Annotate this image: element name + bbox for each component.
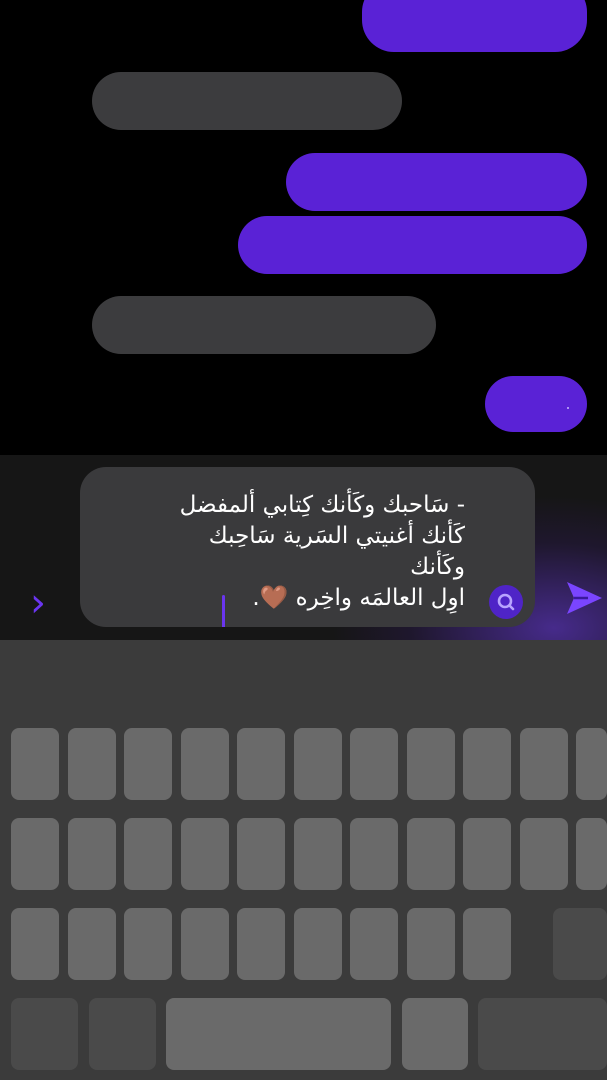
send-button[interactable] bbox=[564, 579, 604, 617]
message-line: كَأنك أغنيتي السَرية سَاحِبك bbox=[208, 523, 465, 549]
keyboard-key[interactable] bbox=[237, 908, 285, 980]
send-icon bbox=[567, 582, 602, 614]
outgoing-message-bubble[interactable] bbox=[238, 216, 587, 274]
keyboard-switch-key[interactable] bbox=[11, 998, 78, 1070]
chevron-right-icon[interactable]: › bbox=[30, 583, 46, 623]
keyboard-key[interactable] bbox=[124, 908, 172, 980]
keyboard-key[interactable] bbox=[181, 728, 229, 800]
keyboard-key[interactable] bbox=[68, 818, 116, 890]
outgoing-message-bubble[interactable] bbox=[286, 153, 587, 211]
keyboard-key[interactable] bbox=[68, 728, 116, 800]
keyboard-key[interactable] bbox=[407, 818, 455, 890]
incoming-message-bubble[interactable] bbox=[92, 72, 402, 130]
read-indicator-dot bbox=[567, 407, 569, 409]
keyboard-key[interactable] bbox=[463, 908, 511, 980]
message-line: وكَأنك bbox=[410, 554, 465, 580]
keyboard-key[interactable] bbox=[294, 818, 342, 890]
keyboard-key[interactable] bbox=[350, 818, 398, 890]
compose-bar: › - سَاحبك وكَأنك كِتابي ألمفضل كَأنك أغ… bbox=[0, 455, 607, 640]
search-button[interactable] bbox=[489, 585, 523, 619]
keyboard-key[interactable] bbox=[463, 818, 511, 890]
outgoing-message-bubble[interactable] bbox=[485, 376, 587, 432]
message-input[interactable]: - سَاحبك وكَأنك كِتابي ألمفضل كَأنك أغني… bbox=[80, 467, 535, 627]
message-line: - سَاحبك وكَأنك كِتابي ألمفضل bbox=[179, 492, 465, 518]
space-key[interactable] bbox=[166, 998, 391, 1070]
keyboard-key[interactable] bbox=[350, 728, 398, 800]
keyboard-key[interactable] bbox=[576, 818, 607, 890]
search-icon bbox=[497, 593, 515, 611]
message-text[interactable]: - سَاحبك وكَأنك كِتابي ألمفضل كَأنك أغني… bbox=[85, 490, 465, 614]
backspace-key[interactable] bbox=[553, 908, 607, 980]
keyboard-key[interactable] bbox=[294, 908, 342, 980]
text-caret bbox=[222, 595, 225, 627]
keyboard-key[interactable] bbox=[520, 818, 568, 890]
keyboard-key[interactable] bbox=[463, 728, 511, 800]
keyboard-key[interactable] bbox=[402, 998, 468, 1070]
chat-history bbox=[0, 0, 607, 455]
keyboard-key[interactable] bbox=[181, 908, 229, 980]
keyboard-key[interactable] bbox=[237, 728, 285, 800]
message-line: اوِل العالمَه واخِره 🤎. bbox=[252, 585, 465, 611]
keyboard-key[interactable] bbox=[11, 818, 59, 890]
keyboard-key[interactable] bbox=[576, 728, 607, 800]
keyboard-key[interactable] bbox=[407, 908, 455, 980]
keyboard-key[interactable] bbox=[237, 818, 285, 890]
keyboard-key[interactable] bbox=[11, 908, 59, 980]
keyboard-key[interactable] bbox=[407, 728, 455, 800]
return-key[interactable] bbox=[478, 998, 607, 1070]
keyboard-key[interactable] bbox=[124, 728, 172, 800]
keyboard-key[interactable] bbox=[520, 728, 568, 800]
keyboard-key[interactable] bbox=[68, 908, 116, 980]
keyboard-key[interactable] bbox=[294, 728, 342, 800]
keyboard-key[interactable] bbox=[11, 728, 59, 800]
incoming-message-bubble[interactable] bbox=[92, 296, 436, 354]
keyboard-key[interactable] bbox=[124, 818, 172, 890]
outgoing-message-bubble[interactable] bbox=[362, 0, 587, 52]
keyboard bbox=[0, 640, 607, 1080]
emoji-key[interactable] bbox=[89, 998, 156, 1070]
keyboard-key[interactable] bbox=[350, 908, 398, 980]
keyboard-key[interactable] bbox=[181, 818, 229, 890]
